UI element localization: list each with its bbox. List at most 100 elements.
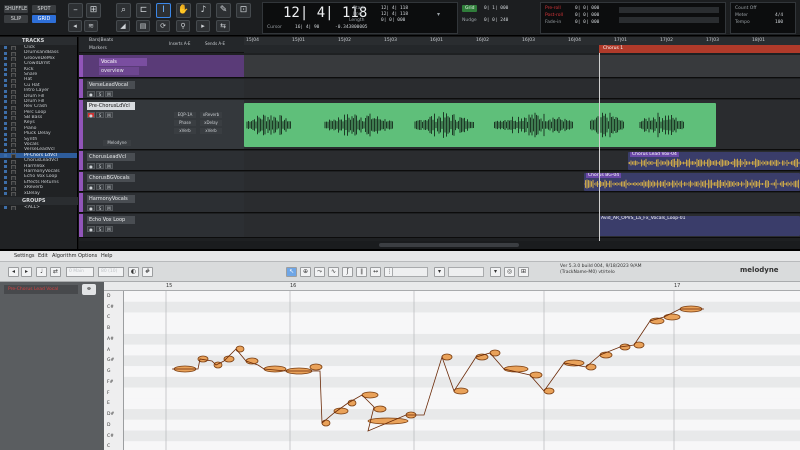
send-slot-3[interactable]: xVerb <box>200 128 222 134</box>
next-icon[interactable]: ▸ <box>21 267 32 277</box>
tempo-value[interactable]: 100 <box>775 20 783 25</box>
horizontal-scrollbar[interactable] <box>79 241 800 249</box>
rec-button[interactable]: ● <box>87 91 95 97</box>
menu-options[interactable]: Options <box>78 253 97 259</box>
track-playlist[interactable]: Avid_AR_OPVS_La_Fx_Vocals_Loop-01 <box>244 214 800 237</box>
track-selector[interactable]: Pre-Chorus Lead Vocal <box>4 285 78 294</box>
menu-algorithm[interactable]: Algorithm <box>52 253 77 259</box>
track-header[interactable]: ChorusLeadVcl ● S M <box>79 151 244 170</box>
bars-beats-ruler[interactable]: 15|04 15|01 15|02 15|03 16|01 16|02 16|03 16|04… <box>244 37 800 45</box>
shuffle-mode-button[interactable]: SHUFFLE <box>4 5 28 13</box>
main-tool-icon[interactable]: ↖ <box>286 267 297 277</box>
audio-clip[interactable]: Chorus BG-04 <box>584 173 800 191</box>
track-name[interactable]: HarmonyVocals <box>87 195 135 203</box>
snap-icon[interactable]: ◐ <box>128 267 139 277</box>
track-header[interactable]: Pre-ChorusLdVcl ● S M EQP-1A Phase xVerb x… <box>79 100 244 149</box>
grid-value[interactable]: 0| 1| 000 <box>484 6 508 11</box>
track-header[interactable]: Echo Vox Loop ● S M <box>79 214 244 237</box>
track-harmony[interactable]: HarmonyVocals ● S M <box>79 193 800 213</box>
time-tool-icon[interactable]: ↔ <box>370 267 381 277</box>
track-playlist[interactable]: Chorus Lead Vox-04 <box>244 151 800 170</box>
track-view[interactable]: overview <box>99 67 139 75</box>
nudge-value[interactable]: 0| 0| 240 <box>484 18 508 23</box>
playhead-cursor[interactable] <box>599 53 600 249</box>
audio-clip[interactable] <box>244 103 716 147</box>
mirror-icon[interactable]: ⇆ <box>216 20 230 32</box>
prev-icon[interactable]: ◂ <box>8 267 19 277</box>
grid-icon[interactable]: # <box>142 267 153 277</box>
insert-slot-3[interactable]: xVerb <box>174 128 196 134</box>
track-chorus-bg[interactable]: ChorusBGVocals ● S M Chorus BG-04 <box>79 172 800 192</box>
mute-button[interactable]: M <box>105 163 113 169</box>
link-track-icon[interactable]: ⚭ <box>82 284 96 295</box>
start-value[interactable]: 12| 4| 118 <box>381 6 408 11</box>
menu-edit[interactable]: Edit <box>38 253 48 259</box>
menu-help[interactable]: Help <box>101 253 112 259</box>
track-name[interactable]: VerseLeadVocal <box>87 81 135 89</box>
quantize-icon[interactable]: ⊞ <box>518 267 529 277</box>
scrollbar-thumb[interactable] <box>379 243 519 247</box>
post-roll-value[interactable]: 0| 0| 000 <box>575 13 599 18</box>
pencil-tool-icon[interactable]: ✎ <box>216 3 231 18</box>
rec-button[interactable]: ● <box>87 184 95 190</box>
correction-field[interactable] <box>448 267 484 277</box>
audio-clip[interactable]: Avid_AR_OPVS_La_Fx_Vocals_Loop-01 <box>599 216 800 236</box>
fade-in-value[interactable]: 0| 0| 000 <box>575 20 599 25</box>
track-verse-lead[interactable]: VerseLeadVocal ● S M <box>79 79 800 99</box>
rec-button[interactable]: ● <box>87 163 95 169</box>
zoom-select[interactable]: 0 Main <box>66 267 94 277</box>
smart-tool-icon[interactable]: ⊡ <box>236 3 251 18</box>
solo-button[interactable]: S <box>96 226 104 232</box>
solo-button[interactable]: S <box>96 91 104 97</box>
rec-button[interactable]: ● <box>87 226 95 232</box>
insert-slot-1[interactable]: EQP-1A <box>174 112 196 118</box>
transfer-icon[interactable]: ⇄ <box>50 267 61 277</box>
marker-chorus-1[interactable]: Chorus 1 <box>599 45 800 53</box>
counter-dropdown-icon[interactable]: ▾ <box>437 11 440 18</box>
metronome-icon[interactable]: ♩ <box>36 267 47 277</box>
tracks-header[interactable]: TRACKS <box>0 37 77 45</box>
solo-button[interactable]: S <box>96 205 104 211</box>
track-pre-chorus-lead[interactable]: Pre-ChorusLdVcl ● S M EQP-1A Phase xVerb x… <box>79 100 800 150</box>
track-header[interactable]: HarmonyVocals ● S M <box>79 193 244 212</box>
formant-tool-icon[interactable]: ʃ <box>342 267 353 277</box>
zoom-in-icon[interactable]: ⊞ <box>86 3 101 18</box>
selector-tool-icon[interactable]: I <box>156 3 171 18</box>
amplitude-tool-icon[interactable]: ∥ <box>356 267 367 277</box>
slip-mode-button[interactable]: SLIP <box>4 15 28 23</box>
midi-tool-icon[interactable]: ▤ <box>136 20 150 32</box>
track-name[interactable]: ChorusLeadVcl <box>87 153 135 161</box>
solo-button[interactable]: S <box>96 163 104 169</box>
link-icon[interactable]: ⚲ <box>176 20 190 32</box>
track-playlist[interactable] <box>244 193 800 212</box>
track-vocals-folder[interactable]: Vocals overview <box>79 55 800 78</box>
rec-button[interactable]: ● <box>87 112 95 118</box>
grid-label[interactable]: Grid <box>462 5 478 12</box>
mute-button[interactable]: M <box>105 226 113 232</box>
pitch-drift-icon[interactable]: ∿ <box>328 267 339 277</box>
spot-mode-button[interactable]: SPOT <box>32 5 56 13</box>
audio-clip[interactable]: Chorus Lead Vox-04 <box>628 152 800 170</box>
length-value[interactable]: 0| 0| 000 <box>381 18 405 23</box>
tool-dropdown-icon[interactable]: ▾ <box>434 267 445 277</box>
melodyne-ruler[interactable]: 15 16 17 <box>104 282 800 291</box>
solo-button[interactable]: S <box>96 112 104 118</box>
sidebar-track-item[interactable]: xDelay <box>0 191 77 196</box>
track-name[interactable]: Vocals <box>99 58 147 66</box>
waveform-view-icon[interactable]: ≋ <box>84 20 98 32</box>
end-value[interactable]: 12| 4| 118 <box>381 12 408 17</box>
grid-mode-button[interactable]: GRID <box>32 15 56 23</box>
fade-tool-icon[interactable]: ◢ <box>116 20 130 32</box>
zoom-out-icon[interactable]: – <box>68 3 83 18</box>
track-name[interactable]: Echo Vox Loop <box>87 216 135 224</box>
tab-to-transient-icon[interactable]: ▸ <box>196 20 210 32</box>
scrubber-tool-icon[interactable]: ♪ <box>196 3 211 18</box>
melodyne-plugin-slot[interactable]: Melodyne <box>103 140 131 146</box>
pitch-ruler[interactable]: D C# C B A# A G# G F# F E D# D C# C <box>104 291 124 450</box>
grabber-tool-icon[interactable]: ✋ <box>176 3 191 18</box>
pre-roll-value[interactable]: 0| 0| 000 <box>575 6 599 11</box>
rec-button[interactable]: ● <box>87 205 95 211</box>
trim-tool-icon[interactable]: ⊏ <box>136 3 151 18</box>
macro-dropdown-icon[interactable]: ▾ <box>490 267 501 277</box>
track-name[interactable]: Pre-ChorusLdVcl <box>87 102 135 110</box>
